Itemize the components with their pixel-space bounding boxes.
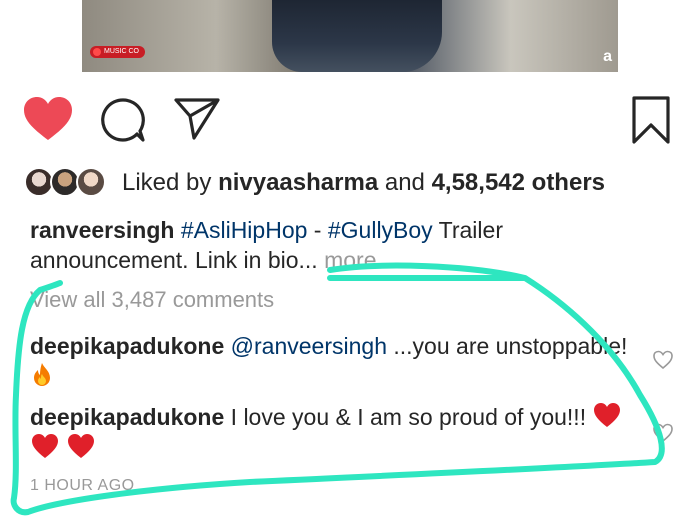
post-timestamp: 1 HOUR AGO (30, 477, 135, 494)
caption-text-line2: announcement. Link in bio... (30, 247, 318, 273)
comment-like-heart-icon[interactable] (652, 423, 674, 443)
music-badge: MUSIC CO (90, 46, 145, 58)
send-arrow-icon[interactable] (172, 96, 222, 142)
avatar[interactable] (76, 167, 106, 197)
red-heart-emoji-icon (68, 434, 95, 458)
caption-separator: - (307, 217, 328, 243)
bookmark-icon[interactable] (631, 95, 671, 145)
comment-mention[interactable]: @ranveersingh (231, 333, 387, 359)
liker-avatars[interactable] (24, 165, 114, 201)
comment-item: deepikapadukone @ranveersingh ...you are… (30, 331, 630, 391)
media-figure (272, 0, 442, 72)
caption-text-line1: Trailer (432, 217, 503, 243)
heart-filled-icon[interactable] (22, 96, 74, 142)
comment-text: ...you are unstoppable! (387, 333, 628, 359)
comment-item: deepikapadukone I love you & I am so pro… (30, 401, 630, 463)
likes-count[interactable]: 4,58,542 others (432, 169, 605, 196)
likes-summary[interactable]: Liked by nivyaasharma and 4,58,542 other… (122, 169, 605, 197)
caption-username[interactable]: ranveersingh (30, 217, 174, 243)
hashtag-aslihiphop[interactable]: #AsliHipHop (181, 217, 308, 243)
media-watermark: a (603, 48, 612, 65)
comment-text: I love you & I am so proud of you!!! (224, 404, 587, 430)
liker-username[interactable]: nivyaasharma (218, 169, 378, 196)
view-all-comments-link[interactable]: View all 3,487 comments (30, 287, 274, 313)
comment-username[interactable]: deepikapadukone (30, 333, 224, 359)
comment-bubble-icon[interactable] (100, 97, 146, 143)
comment-username[interactable]: deepikapadukone (30, 404, 224, 430)
hashtag-gullyboy[interactable]: #GullyBoy (328, 217, 433, 243)
post-media[interactable]: MUSIC CO a (82, 0, 618, 72)
fire-emoji-icon (34, 363, 50, 386)
red-heart-emoji-icon (594, 403, 621, 427)
post-caption: ranveersingh #AsliHipHop - #GullyBoy Tra… (30, 215, 650, 275)
red-heart-emoji-icon (32, 434, 58, 458)
likes-prefix: Liked by (122, 169, 219, 196)
likes-connector: and (378, 169, 432, 196)
comment-like-heart-icon[interactable] (652, 350, 674, 370)
more-link[interactable]: more (318, 247, 376, 273)
